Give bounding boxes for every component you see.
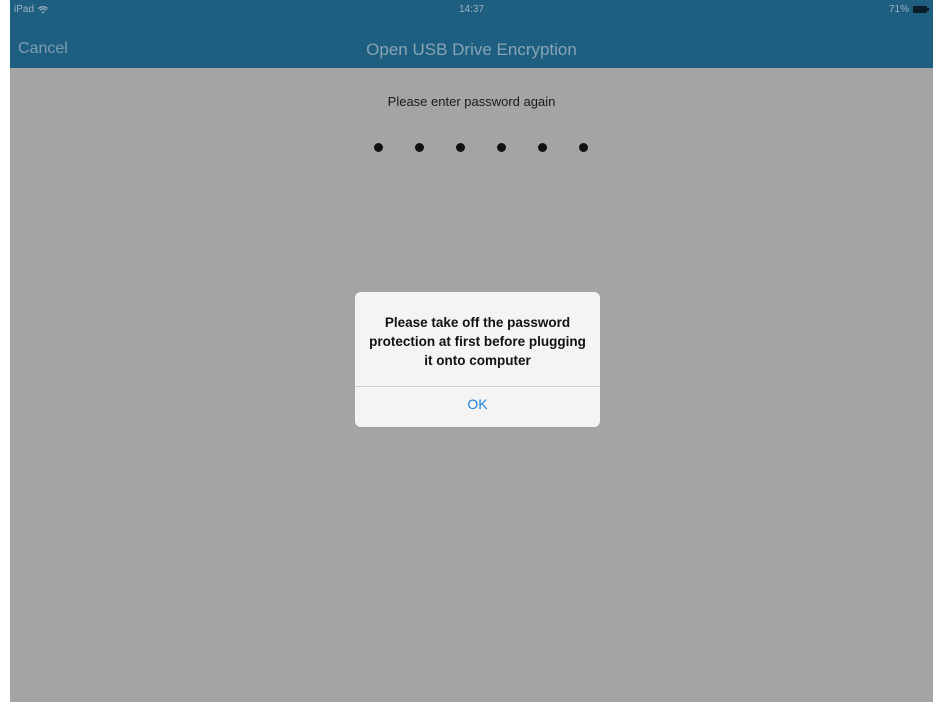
password-dot — [415, 143, 424, 152]
password-dot — [497, 143, 506, 152]
password-dot — [374, 143, 383, 152]
page-title: Open USB Drive Encryption — [366, 40, 577, 59]
password-dot — [456, 143, 465, 152]
status-right: 71% — [888, 4, 929, 15]
password-dots[interactable] — [374, 143, 594, 155]
password-dot — [579, 143, 588, 152]
screen: iPad 14:37 71% Cancel Open USB Drive Enc… — [10, 0, 933, 702]
alert-message: Please take off the password protection … — [369, 315, 586, 368]
status-bar: iPad 14:37 71% — [10, 0, 933, 20]
alert-dialog: Please take off the password protection … — [355, 292, 600, 427]
battery-icon — [913, 6, 929, 13]
password-dot — [538, 143, 547, 152]
password-prompt: Please enter password again — [387, 94, 556, 109]
battery-percent: 71% — [888, 4, 909, 15]
status-time: 14:37 — [458, 4, 485, 15]
ok-button[interactable]: OK — [355, 387, 600, 427]
navigation-bar: Cancel Open USB Drive Encryption — [10, 20, 933, 68]
